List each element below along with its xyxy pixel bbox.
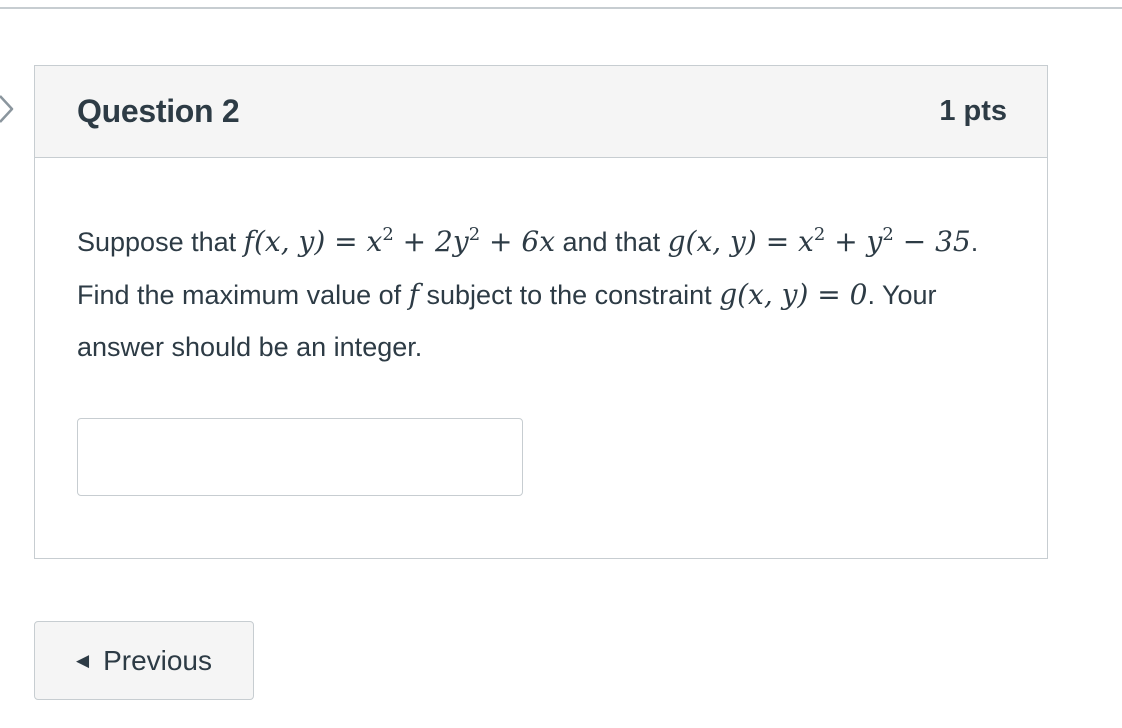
flag-chevron-icon[interactable] (0, 92, 18, 126)
question-text-part: Suppose that (77, 227, 244, 257)
math-g-definition: g(x, y) = x2 + y2 − 35 (668, 225, 971, 258)
answer-input[interactable] (77, 418, 523, 496)
previous-button[interactable]: ◀ Previous (34, 621, 254, 700)
math-constraint: g(x, y) = 0 (719, 278, 867, 311)
question-card: Question 2 1 pts Suppose that f(x, y) = … (34, 65, 1048, 559)
math-part: f(x, y) = x (243, 225, 383, 258)
question-title: Question 2 (77, 93, 240, 129)
math-part: g(x, y) = x (667, 225, 814, 258)
question-text-part: and that (555, 227, 668, 257)
math-part: f (408, 277, 420, 311)
question-text: Suppose that f(x, y) = x2 + 2y2 + 6x and… (77, 216, 1017, 374)
math-f-definition: f(x, y) = x2 + 2y2 + 6x (244, 225, 555, 258)
math-exponent: 2 (468, 224, 481, 245)
question-text-part: subject to the constraint (419, 279, 720, 310)
caret-left-icon: ◀ (75, 651, 90, 670)
question-header: Question 2 1 pts (35, 66, 1047, 158)
math-exponent: 2 (882, 224, 894, 245)
math-part: + y (825, 225, 883, 258)
math-exponent: 2 (813, 224, 826, 245)
previous-label: Previous (103, 644, 212, 676)
quiz-page: Question 2 1 pts Suppose that f(x, y) = … (0, 0, 1122, 728)
question-points: 1 pts (939, 95, 1007, 127)
math-part: + 2y (393, 225, 469, 258)
math-f: f (409, 278, 419, 311)
top-divider (0, 7, 1122, 9)
math-part: g(x, y) = 0 (719, 277, 868, 311)
math-part: + 6x (480, 225, 556, 258)
math-part: − 35 (893, 225, 971, 258)
math-exponent: 2 (382, 224, 394, 245)
